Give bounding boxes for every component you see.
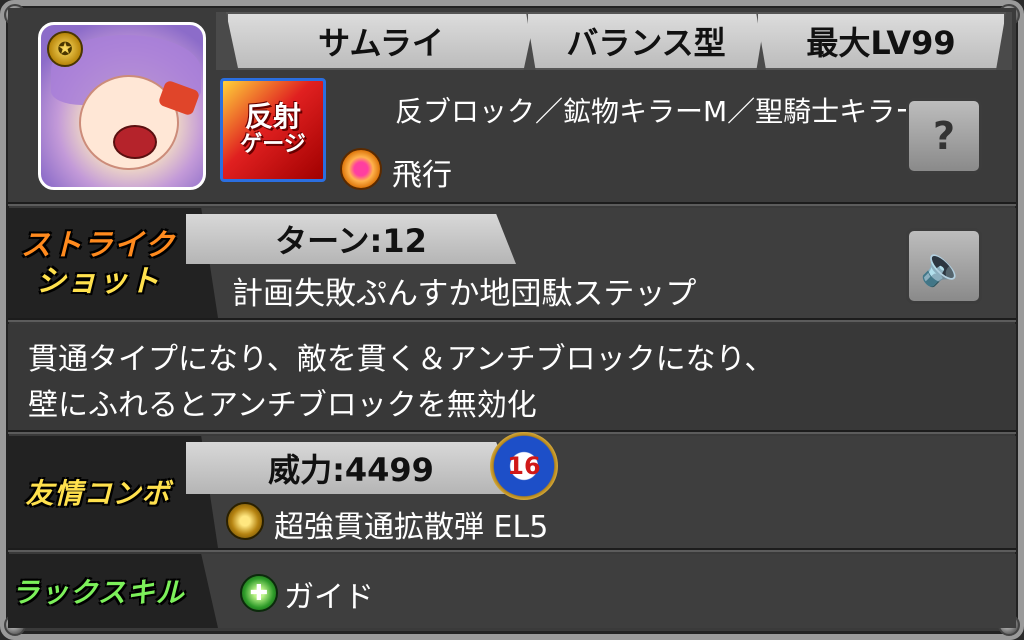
help-button[interactable]: ?: [906, 98, 982, 174]
tab-style: バランス型: [526, 12, 766, 70]
divider: [8, 202, 1016, 206]
strike-label-line1: ストライク: [20, 228, 176, 263]
strike-turns-pill: ターン:12: [186, 214, 516, 264]
luck-skill-label: ラックスキル: [11, 576, 185, 609]
voice-button[interactable]: 🔈: [906, 228, 982, 304]
speaker-icon: 🔈: [920, 243, 968, 288]
tab-type: サムライ: [226, 12, 536, 70]
combo-count-badge: 16: [490, 432, 558, 500]
strike-shot-name: 計画失敗ぷんすか地団駄ステップ: [232, 276, 697, 312]
tab-max-level: 最大LV99: [756, 12, 1006, 70]
friend-power: 威力:4499: [268, 451, 434, 489]
gauge-icon-line1: 反射: [244, 100, 301, 133]
divider: [8, 318, 1016, 322]
strike-turns: ターン:12: [275, 222, 427, 260]
strike-desc-line2: 壁にふれるとアンチブロックを無効化: [28, 388, 537, 423]
style-label: バランス型: [566, 24, 726, 62]
friend-combo-label: 友情コンボ: [25, 477, 171, 510]
flying-icon: [340, 148, 382, 190]
luck-skill-name: ガイド: [284, 580, 374, 615]
strike-desc-line1: 貫通タイプになり、敵を貫く＆アンチブロックになり、: [28, 342, 775, 377]
type-label: サムライ: [318, 24, 444, 62]
reflect-gauge-icon: 反射 ゲージ: [220, 78, 326, 182]
help-icon: ?: [932, 114, 956, 158]
movement-label: 飛行: [392, 158, 452, 193]
divider: [8, 548, 1016, 552]
gauge-icon-line2: ゲージ: [240, 132, 306, 157]
strike-label-line2: ショット: [36, 264, 160, 299]
header-bar: サムライ バランス型 最大LV99: [216, 12, 1012, 70]
strike-shot-label: ストライク ショット: [8, 224, 188, 304]
combo-count: 16: [507, 452, 541, 480]
guide-icon: ✚: [240, 574, 278, 612]
friend-combo-name: 超強貫通拡散弾 EL5: [274, 510, 549, 545]
friend-power-pill: 威力:4499: [186, 442, 516, 494]
mouth-shape: [113, 125, 157, 159]
rarity-medal-icon: ✪: [47, 31, 83, 67]
character-portrait: ✪: [38, 22, 206, 190]
ability-list: 反ブロック／鉱物キラーM／聖騎士キラー: [395, 95, 924, 128]
max-level-label: 最大LV99: [806, 24, 956, 62]
friend-combo-icon: [226, 502, 264, 540]
